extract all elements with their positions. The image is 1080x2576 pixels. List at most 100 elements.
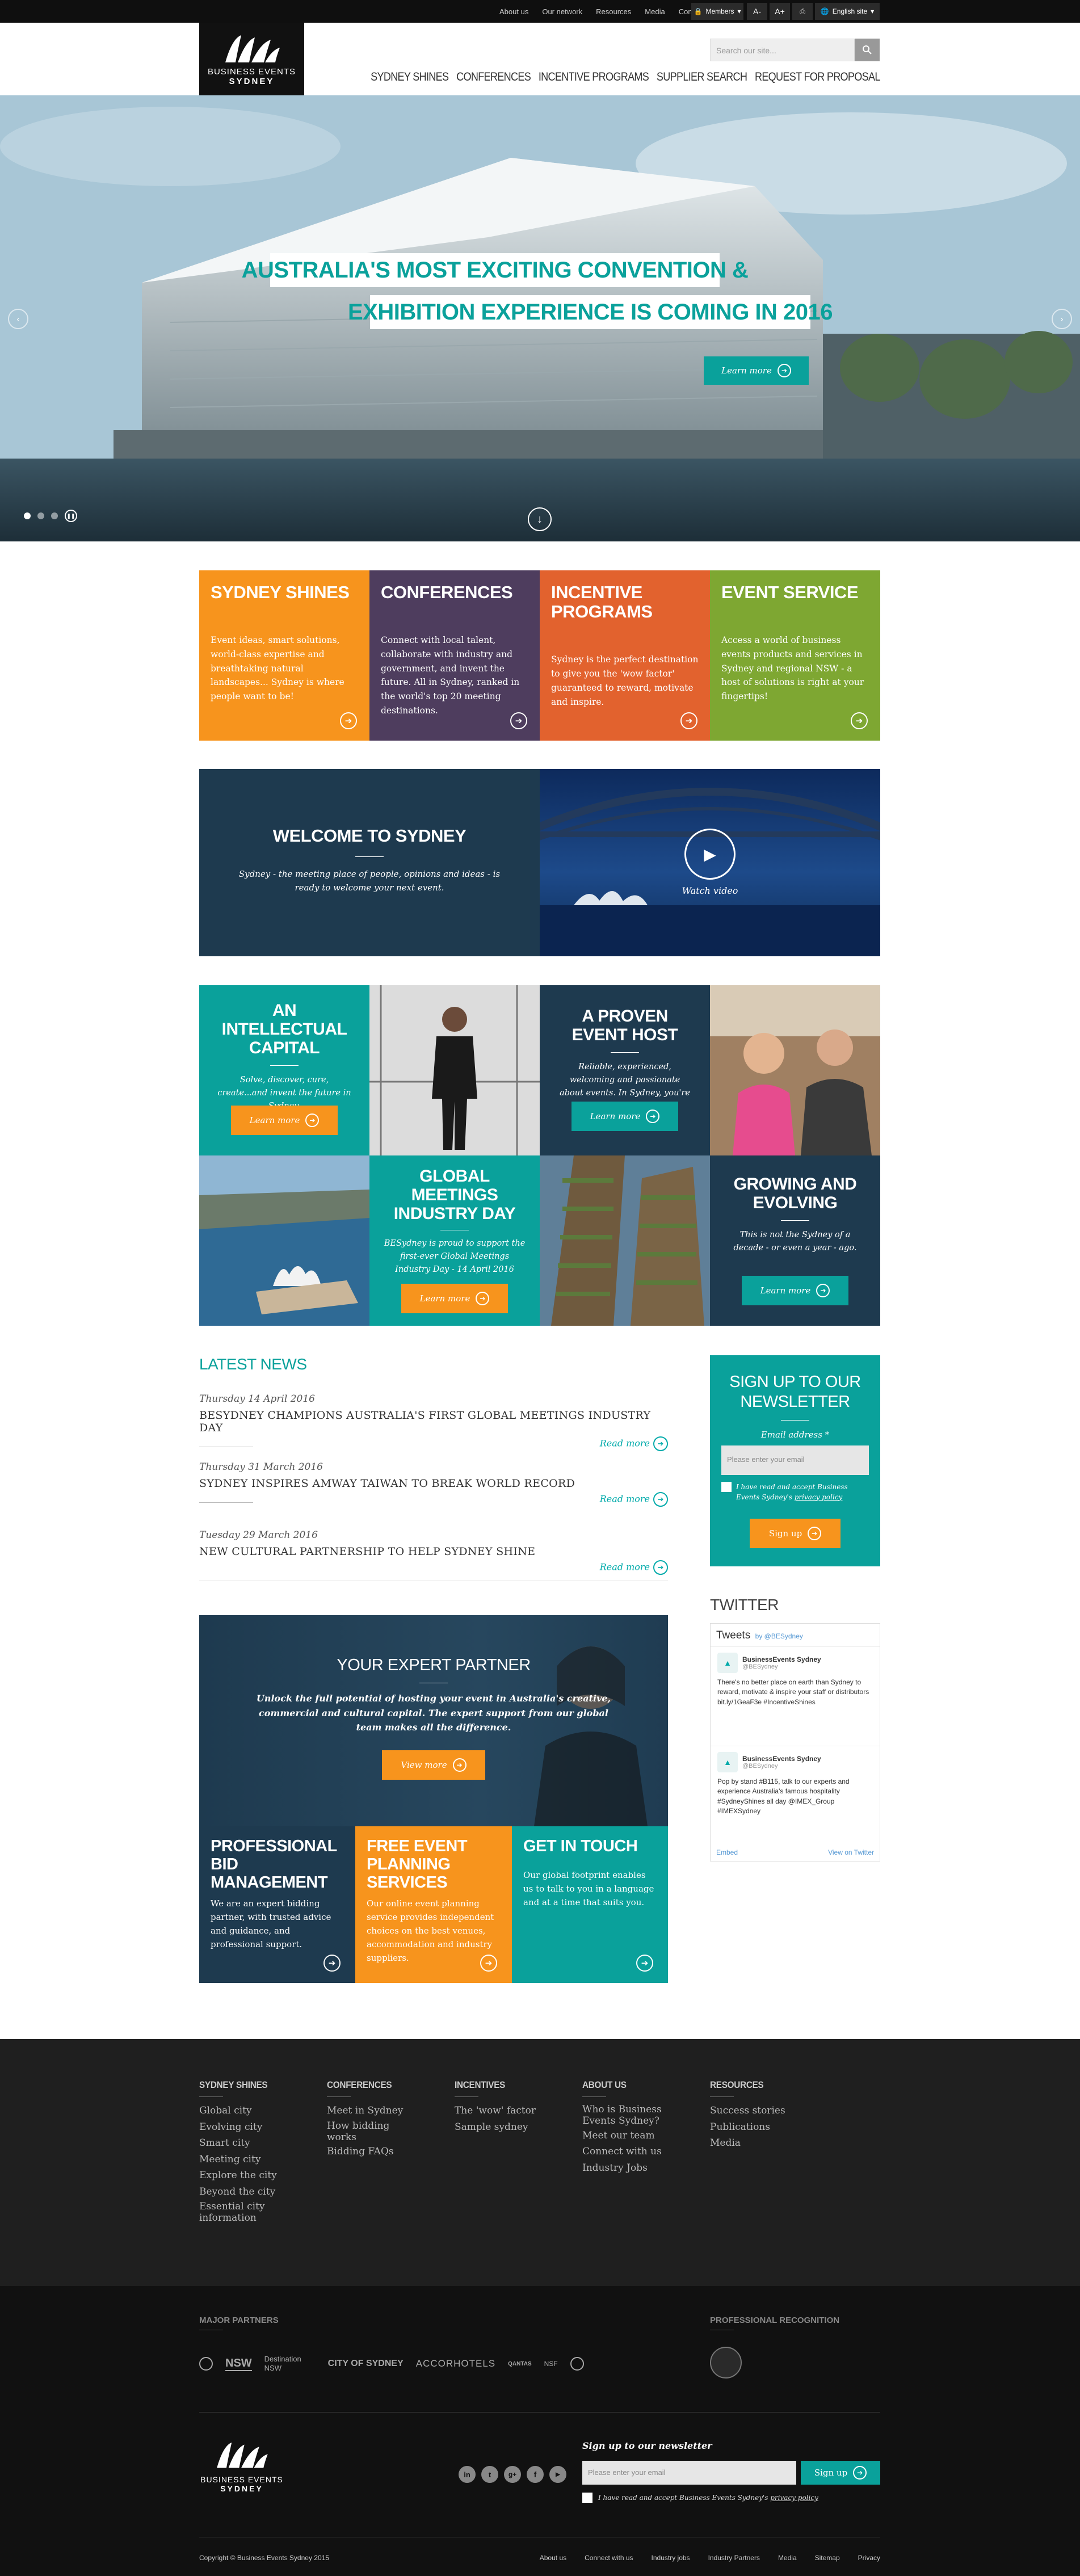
feature-tile-sydney-shines[interactable]: SYDNEY SHINES Event ideas, smart solutio… [199, 570, 369, 741]
font-decrease-button[interactable]: A- [747, 3, 767, 20]
footer-link[interactable]: Sample sydney [455, 2120, 568, 2135]
footer-link[interactable]: The 'wow' factor [455, 2104, 568, 2119]
newsletter-email-input[interactable]: Please enter your email [721, 1445, 869, 1475]
footer-link[interactable]: Meet our team [582, 2129, 696, 2144]
search-input[interactable]: Search our site... [710, 39, 855, 61]
hero-learn-more-button[interactable]: Learn more ➔ [704, 356, 809, 385]
carousel-dot[interactable] [24, 512, 31, 519]
footer-link[interactable]: Who is Business Events Sydney? [582, 2104, 667, 2127]
footer-link[interactable]: Essential city information [199, 2201, 273, 2224]
utility-link-resources[interactable]: Resources [596, 7, 631, 16]
welcome-title: WELCOME TO SYDNEY [272, 826, 467, 846]
footer-link[interactable]: Success stories [710, 2104, 823, 2119]
font-increase-button[interactable]: A+ [770, 3, 790, 20]
news-title[interactable]: BESYDNEY CHAMPIONS AUSTRALIA'S FIRST GLO… [199, 1409, 668, 1434]
facebook-icon[interactable]: f [527, 2466, 544, 2483]
view-on-twitter-link[interactable]: View on Twitter [828, 1848, 874, 1856]
youtube-icon[interactable]: ▶ [549, 2466, 566, 2483]
footer-link[interactable]: Evolving city [199, 2120, 313, 2135]
nav-incentive-programs[interactable]: Incentive Programs [539, 70, 649, 84]
news-title[interactable]: SYDNEY INSPIRES AMWAY TAIWAN TO BREAK WO… [199, 1477, 668, 1490]
feature-tile-conferences[interactable]: CONFERENCES Connect with local talent, c… [369, 570, 540, 741]
footer-link[interactable]: Industry Jobs [582, 2161, 696, 2176]
footer-link[interactable]: Smart city [199, 2136, 313, 2151]
privacy-checkbox[interactable] [721, 1481, 732, 1492]
service-event-planning[interactable]: FREE EVENT PLANNING SERVICES Our online … [355, 1826, 512, 1983]
bottom-link-industry-partners[interactable]: Industry Partners [708, 2554, 760, 2562]
newsletter-signup-button[interactable]: Sign up ➔ [750, 1519, 841, 1548]
twitter-icon[interactable]: t [481, 2466, 498, 2483]
language-selector[interactable]: 🌐 English site ▾ [815, 3, 880, 20]
site-header [0, 23, 1080, 95]
footer-link[interactable]: Global city [199, 2104, 313, 2119]
footer-newsletter-input[interactable]: Please enter your email [582, 2461, 796, 2485]
footer-privacy-policy-link[interactable]: privacy policy [770, 2494, 818, 2502]
nav-supplier-search[interactable]: Supplier Search [657, 70, 747, 84]
footer-link[interactable]: Meet in Sydney [327, 2104, 440, 2119]
partner-logo-city-of-sydney[interactable]: CITY OF SYDNEY [328, 2359, 404, 2369]
utility-link-about[interactable]: About us [499, 7, 528, 16]
footer-signup-button[interactable]: Sign up ➔ [801, 2461, 880, 2485]
utility-link-network[interactable]: Our network [542, 7, 582, 16]
footer-link[interactable]: Beyond the city [199, 2185, 313, 2200]
promo-learn-more-button[interactable]: Learn more ➔ [231, 1106, 338, 1135]
carousel-dot[interactable] [51, 512, 58, 519]
news-title[interactable]: NEW CULTURAL PARTNERSHIP TO HELP SYDNEY … [199, 1545, 668, 1558]
video-panel[interactable]: ▶ Watch video [540, 769, 880, 956]
footer-link[interactable]: How bidding works [327, 2120, 401, 2144]
footer-link[interactable]: Connect with us [582, 2145, 696, 2159]
print-icon[interactable]: ⎙ [792, 3, 813, 20]
bottom-link-about[interactable]: About us [540, 2554, 566, 2562]
scroll-down-icon[interactable]: ↓ [528, 507, 552, 531]
bottom-link-connect[interactable]: Connect with us [585, 2554, 633, 2562]
view-more-button[interactable]: View more ➔ [382, 1750, 485, 1780]
bottom-link-sitemap[interactable]: Sitemap [815, 2554, 840, 2562]
partner-logo-destination-nsw[interactable]: Destination NSW [264, 2355, 316, 2372]
footer-link[interactable]: Media [710, 2136, 823, 2151]
tweets-by[interactable]: by @BESydney [755, 1632, 803, 1640]
service-get-in-touch[interactable]: GET IN TOUCH Our global footprint enable… [512, 1826, 668, 1983]
footer-privacy-checkbox[interactable] [582, 2493, 592, 2503]
carousel-next-arrow[interactable]: › [1052, 309, 1072, 329]
read-more-link[interactable]: Read more ➔ [199, 1560, 668, 1575]
read-more-link[interactable]: Read more ➔ [199, 1492, 668, 1507]
partners-prev-icon[interactable] [199, 2357, 213, 2371]
tweet-author[interactable]: BusinessEvents Sydney [742, 1655, 821, 1663]
feature-tile-event-service[interactable]: EVENT SERVICE Access a world of business… [710, 570, 880, 741]
linkedin-icon[interactable]: in [459, 2466, 476, 2483]
nav-request-for-proposal[interactable]: Request for Proposal [755, 70, 880, 84]
footer-link[interactable]: Explore the city [199, 2169, 313, 2183]
site-logo[interactable]: BUSINESS EVENTS SYDNEY [199, 23, 304, 95]
search-button[interactable] [855, 39, 880, 61]
bottom-link-media[interactable]: Media [778, 2554, 797, 2562]
promo-learn-more-button[interactable]: Learn more ➔ [571, 1102, 678, 1131]
utility-link-media[interactable]: Media [645, 7, 665, 16]
partner-logo-accorhotels[interactable]: ACCORHOTELS [416, 2358, 495, 2369]
footer-link[interactable]: Publications [710, 2120, 823, 2135]
partner-logo-nsf[interactable]: NSF [544, 2360, 558, 2368]
nav-sydney-shines[interactable]: Sydney Shines [371, 70, 449, 84]
read-more-link[interactable]: Read more ➔ [199, 1436, 668, 1451]
footer-link[interactable]: Bidding FAQs [327, 2145, 440, 2159]
members-button[interactable]: 🔒 Members ▾ [691, 3, 743, 20]
feature-tile-incentive-programs[interactable]: INCENTIVE PROGRAMS Sydney is the perfect… [540, 570, 710, 741]
bottom-link-privacy[interactable]: Privacy [858, 2554, 880, 2562]
service-bid-management[interactable]: PROFESSIONAL BID MANAGEMENT We are an ex… [199, 1826, 355, 1983]
googleplus-icon[interactable]: g+ [504, 2466, 521, 2483]
promo-learn-more-button[interactable]: Learn more ➔ [742, 1276, 848, 1305]
play-video-icon[interactable]: ▶ [684, 829, 736, 880]
footer-link[interactable]: Meeting city [199, 2153, 313, 2167]
carousel-pause-icon[interactable]: ❚❚ [65, 510, 77, 522]
footer-logo[interactable]: BUSINESS EVENTS SYDNEY [199, 2440, 284, 2493]
embed-link[interactable]: Embed [716, 1848, 738, 1856]
carousel-prev-arrow[interactable]: ‹ [8, 309, 28, 329]
carousel-dot[interactable] [37, 512, 44, 519]
nav-conferences[interactable]: Conferences [456, 70, 531, 84]
bottom-link-industry-jobs[interactable]: Industry jobs [652, 2554, 690, 2562]
partners-next-icon[interactable] [570, 2357, 584, 2371]
privacy-policy-link[interactable]: privacy policy [795, 1493, 843, 1501]
partner-logo-qantas[interactable]: QANTAS [508, 2361, 531, 2367]
partner-logo-nsw[interactable]: NSW [225, 2357, 252, 2371]
promo-learn-more-button[interactable]: Learn more ➔ [401, 1284, 508, 1313]
tweet-author[interactable]: BusinessEvents Sydney [742, 1755, 821, 1763]
